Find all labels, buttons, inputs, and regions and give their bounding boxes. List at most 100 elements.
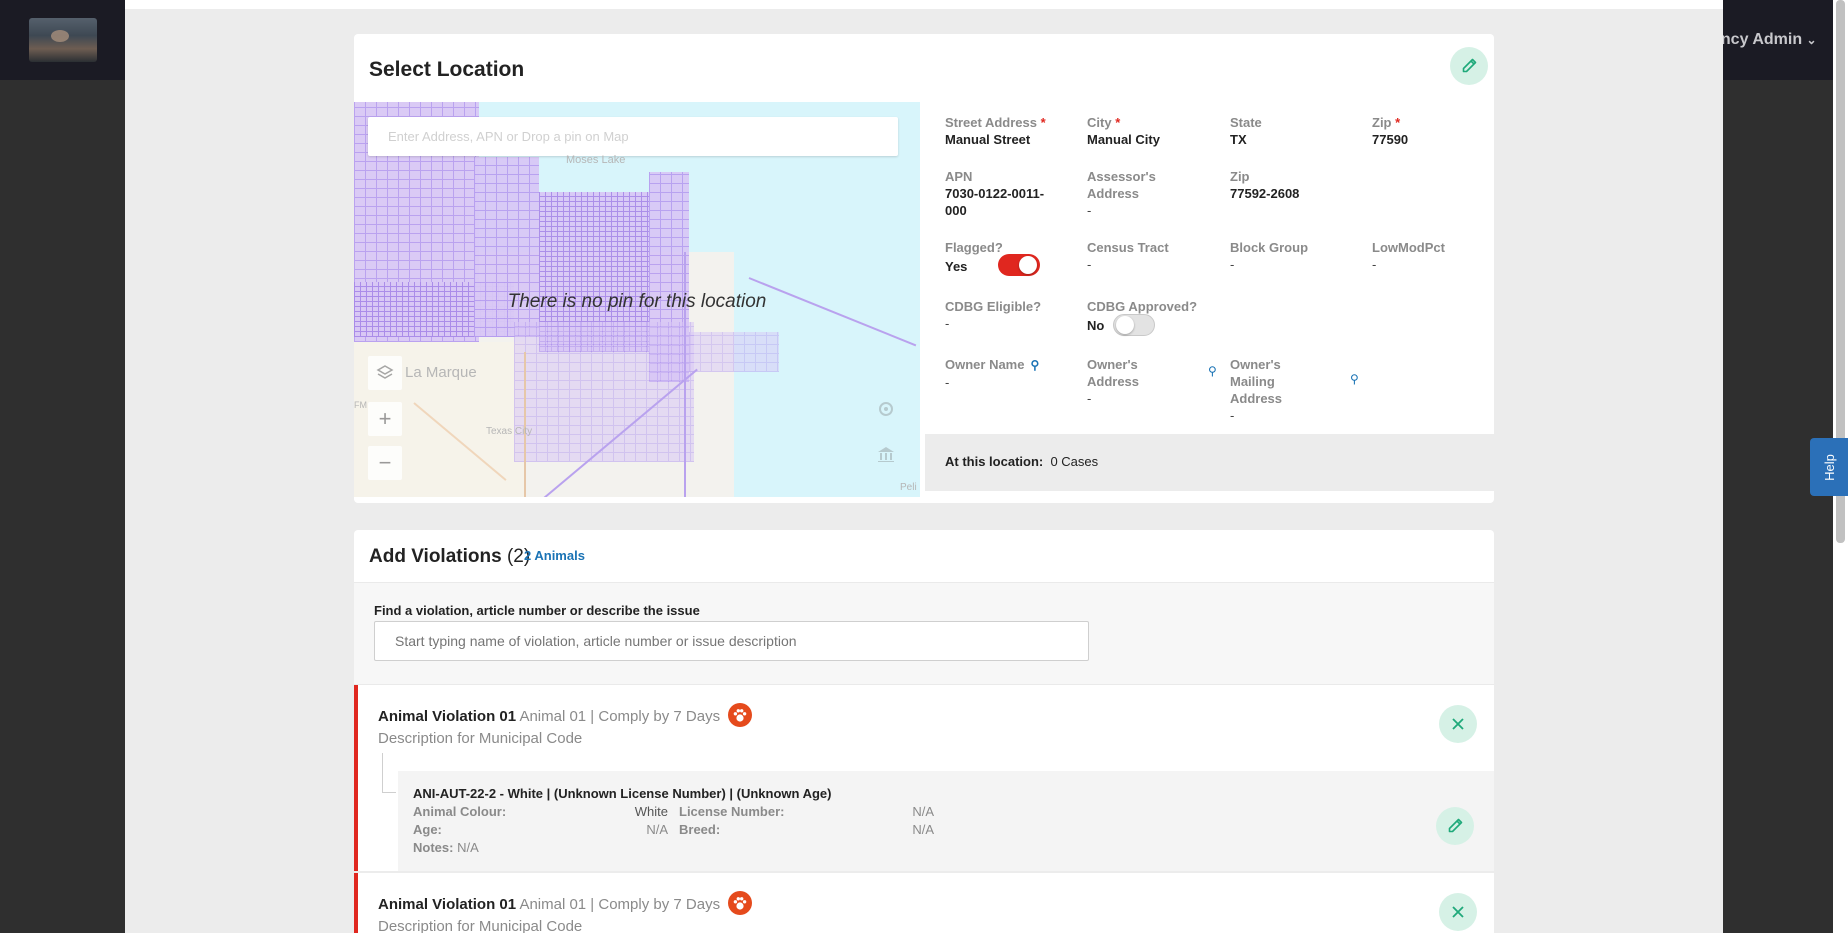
map-label-moses-lake: Moses Lake (566, 154, 626, 166)
census-tract-value: - (1087, 257, 1092, 272)
violations-title-text: Add Violations (369, 546, 502, 567)
at-location-label: At this location: (945, 454, 1044, 469)
location-map[interactable]: Moses Lake There is no pin for this loca… (354, 102, 920, 497)
add-violations-card: Add Violations (2) 2 Animals Find a viol… (354, 530, 1494, 933)
apn-label: APN (945, 169, 973, 184)
map-layers-button[interactable] (368, 356, 402, 390)
owner-address-field: Owner's Address - (1087, 356, 1147, 407)
owner-name-label: Owner Name (945, 357, 1025, 372)
required-mark: * (1115, 115, 1121, 130)
plus-icon: + (378, 406, 392, 431)
violation-header: Animal Violation 01 Animal 01 | Comply b… (378, 703, 753, 729)
map-zoom-in-button[interactable]: + (368, 402, 402, 436)
add-violations-title: Add Violations (2) (369, 546, 530, 568)
zip-plus4-label: Zip (1230, 169, 1250, 184)
cdbg-approved-label: CDBG Approved? (1087, 299, 1198, 314)
violation-search-input[interactable] (374, 621, 1089, 661)
zip-label: Zip (1372, 115, 1392, 130)
state-field: State TX (1230, 114, 1262, 148)
at-location-cases[interactable]: 0 Cases (1050, 454, 1098, 469)
owner-mailing-address-label: Owner's Mailing Address (1230, 357, 1283, 406)
animal-colour-label: Animal Colour: (413, 804, 507, 819)
required-mark: * (1040, 115, 1046, 130)
flagged-field: Flagged? Yes (945, 239, 1003, 275)
violation-name: Animal Violation 01 (378, 707, 517, 725)
modal-header-strip (125, 0, 1723, 9)
notes-row: Notes: N/A (413, 840, 479, 855)
help-tab[interactable]: Help (1810, 438, 1848, 496)
lowmodpct-label: LowModPct (1372, 240, 1445, 255)
zip-plus4-field: Zip 77592-2608 (1230, 168, 1299, 202)
license-number-value: N/A (912, 804, 934, 819)
map-pin-icon[interactable]: ⚲ (1030, 357, 1039, 374)
map-label-pelican: Peli (900, 482, 917, 493)
map-label-texas-city: Texas City (486, 426, 533, 437)
map-parcel-button[interactable] (869, 437, 903, 471)
owner-mailing-address-field: Owner's Mailing Address - (1230, 356, 1300, 424)
cdbg-eligible-label: CDBG Eligible? (945, 299, 1042, 314)
age-row: Age: N/A (413, 822, 668, 837)
map-pin-icon[interactable]: ⚲ (1350, 372, 1359, 386)
map-pin-icon[interactable]: ⚲ (1208, 364, 1217, 378)
pencil-icon (1462, 58, 1477, 73)
notes-label: Notes: (413, 840, 454, 855)
state-value: TX (1230, 132, 1247, 147)
required-mark: * (1395, 115, 1401, 130)
city-value: Manual City (1087, 132, 1160, 147)
block-group-field: Block Group - (1230, 239, 1308, 273)
license-number-row: License Number: N/A (679, 804, 934, 819)
crosshair-icon (879, 402, 893, 416)
apn-value: 7030-0122-0011-000 (945, 186, 1045, 218)
help-tab-label: Help (1821, 453, 1837, 481)
breed-value: N/A (912, 822, 934, 837)
edit-location-button[interactable] (1450, 47, 1488, 85)
minus-icon: − (378, 450, 392, 475)
block-group-label: Block Group (1230, 240, 1309, 255)
user-menu-label: ency Admin (1712, 31, 1803, 48)
breed-row: Breed: N/A (679, 822, 934, 837)
cdbg-approved-toggle[interactable] (1113, 314, 1155, 336)
app-logo[interactable] (29, 18, 97, 62)
animals-link[interactable]: 2 Animals (524, 548, 585, 563)
remove-violation-button[interactable] (1439, 705, 1477, 743)
street-address-value: Manual Street (945, 132, 1031, 147)
violation-item: Animal Violation 01 Animal 01 | Comply b… (354, 873, 1494, 933)
edit-animal-button[interactable] (1436, 807, 1474, 845)
street-address-label: Street Address (945, 115, 1037, 130)
census-tract-field: Census Tract - (1087, 239, 1169, 273)
cdbg-eligible-value: - (945, 316, 950, 331)
city-label: City (1087, 115, 1112, 130)
city-field: City * Manual City (1087, 114, 1160, 148)
owner-address-label: Owner's Address (1087, 357, 1140, 389)
flagged-label: Flagged? (945, 240, 1003, 255)
cdbg-eligible-field: CDBG Eligible? - (945, 298, 1041, 332)
owner-name-field: Owner Name ⚲ - (945, 356, 1039, 391)
flagged-value: Yes (945, 259, 968, 274)
user-menu[interactable]: ency Admin ⌄ (1712, 31, 1817, 49)
lowmodpct-value: - (1372, 257, 1377, 272)
animal-title: ANI-AUT-22-2 - White | (Unknown License … (413, 786, 832, 801)
owner-name-value: - (945, 375, 950, 390)
census-tract-label: Census Tract (1087, 240, 1169, 255)
block-group-value: - (1230, 257, 1235, 272)
zip-field: Zip * 77590 (1372, 114, 1408, 148)
owner-mailing-address-value: - (1230, 408, 1235, 423)
assessor-address-label: Assessor's Address (1087, 169, 1156, 201)
age-value: N/A (646, 822, 668, 837)
assessor-address-field: Assessor's Address - (1087, 168, 1187, 219)
violation-header: Animal Violation 01 Animal 01 | Comply b… (378, 891, 753, 917)
at-location-bar: At this location: 0 Cases (925, 434, 1494, 491)
violation-item: Animal Violation 01 Animal 01 | Comply b… (354, 685, 1494, 873)
map-locate-button[interactable] (869, 392, 903, 426)
violation-search-label: Find a violation, article number or desc… (374, 603, 700, 618)
flagged-toggle[interactable] (998, 254, 1040, 276)
apn-field: APN 7030-0122-0011-000 (945, 168, 1055, 219)
violation-description: Description for Municipal Code (378, 918, 583, 933)
pencil-icon (1448, 818, 1463, 833)
remove-violation-button[interactable] (1439, 893, 1477, 931)
paw-icon (728, 891, 753, 915)
select-location-card: Select Location Moses Lake There is no p… (354, 34, 1494, 503)
map-address-search-input[interactable] (368, 117, 898, 156)
map-zoom-out-button[interactable]: − (368, 446, 402, 480)
close-icon (1452, 718, 1464, 730)
